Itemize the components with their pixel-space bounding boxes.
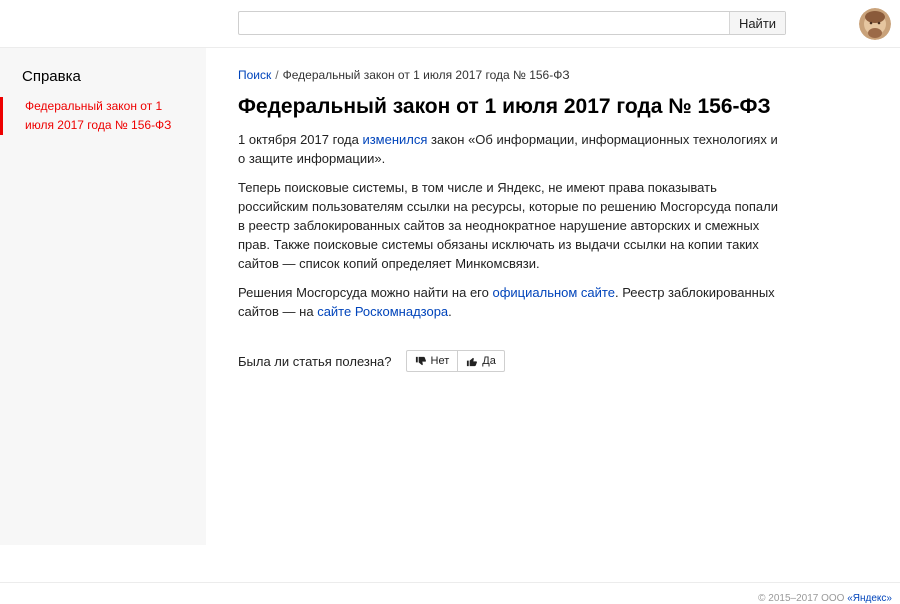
avatar[interactable] — [859, 8, 891, 40]
footer-copyright: © 2015–2017 ООО «Яндекс» — [758, 593, 892, 604]
search-input[interactable] — [239, 12, 729, 34]
sidebar-title: Справка — [22, 68, 81, 85]
main-content: Поиск / Федеральный закон от 1 июля 2017 г… — [238, 48, 783, 321]
yandex-link[interactable]: «Яндекс» — [847, 593, 892, 604]
breadcrumb-separator: / — [275, 68, 279, 82]
thumbs-up-icon — [467, 357, 478, 366]
feedback-yes-button[interactable]: Да — [458, 350, 505, 372]
article-paragraph-3: Решения Мосгорсуда можно найти на его оф… — [238, 283, 783, 321]
p3-text-start: Решения Мосгорсуда можно найти на его — [238, 285, 493, 300]
search-button[interactable]: Найти — [729, 12, 785, 34]
copyright-text: © 2015–2017 ООО — [758, 593, 848, 604]
search-bar: Найти — [238, 11, 786, 35]
breadcrumb-current: Федеральный закон от 1 июля 2017 года № … — [282, 68, 570, 82]
feedback-no-button[interactable]: Нет — [405, 350, 459, 372]
breadcrumb: Поиск / Федеральный закон от 1 июля 2017 г… — [238, 68, 783, 82]
page-title: Федеральный закон от 1 июля 2017 года № … — [238, 95, 771, 118]
sidebar: Справка Федеральный закон от 1 июля 2017… — [0, 48, 206, 545]
article-paragraph-1: 1 октября 2017 года изменился закон «Об … — [238, 130, 783, 168]
feedback-block: Была ли статья полезна? Нет Да — [238, 350, 505, 372]
changed-link[interactable]: изменился — [362, 132, 427, 147]
sidebar-item-law-156[interactable]: Федеральный закон от 1 июля 2017 года № … — [0, 97, 190, 135]
feedback-buttons: Нет Да — [405, 350, 505, 372]
thumbs-down-icon — [415, 356, 426, 365]
header: Найти — [0, 0, 900, 48]
p1-text-start: 1 октября 2017 года — [238, 132, 363, 147]
user-avatar-icon — [859, 8, 891, 40]
roskomnadzor-link[interactable]: сайте Роскомнадзора — [317, 304, 448, 319]
p3-text-end: . — [448, 304, 452, 319]
footer: © 2015–2017 ООО «Яндекс» — [0, 582, 900, 604]
feedback-question: Была ли статья полезна? — [238, 353, 392, 369]
official-site-link[interactable]: официальном сайте — [492, 285, 614, 300]
feedback-yes-label: Да — [482, 355, 496, 367]
article-paragraph-2: Теперь поисковые системы, в том числе и … — [238, 180, 779, 271]
feedback-no-label: Нет — [430, 355, 450, 367]
breadcrumb-link-search[interactable]: Поиск — [238, 68, 271, 82]
